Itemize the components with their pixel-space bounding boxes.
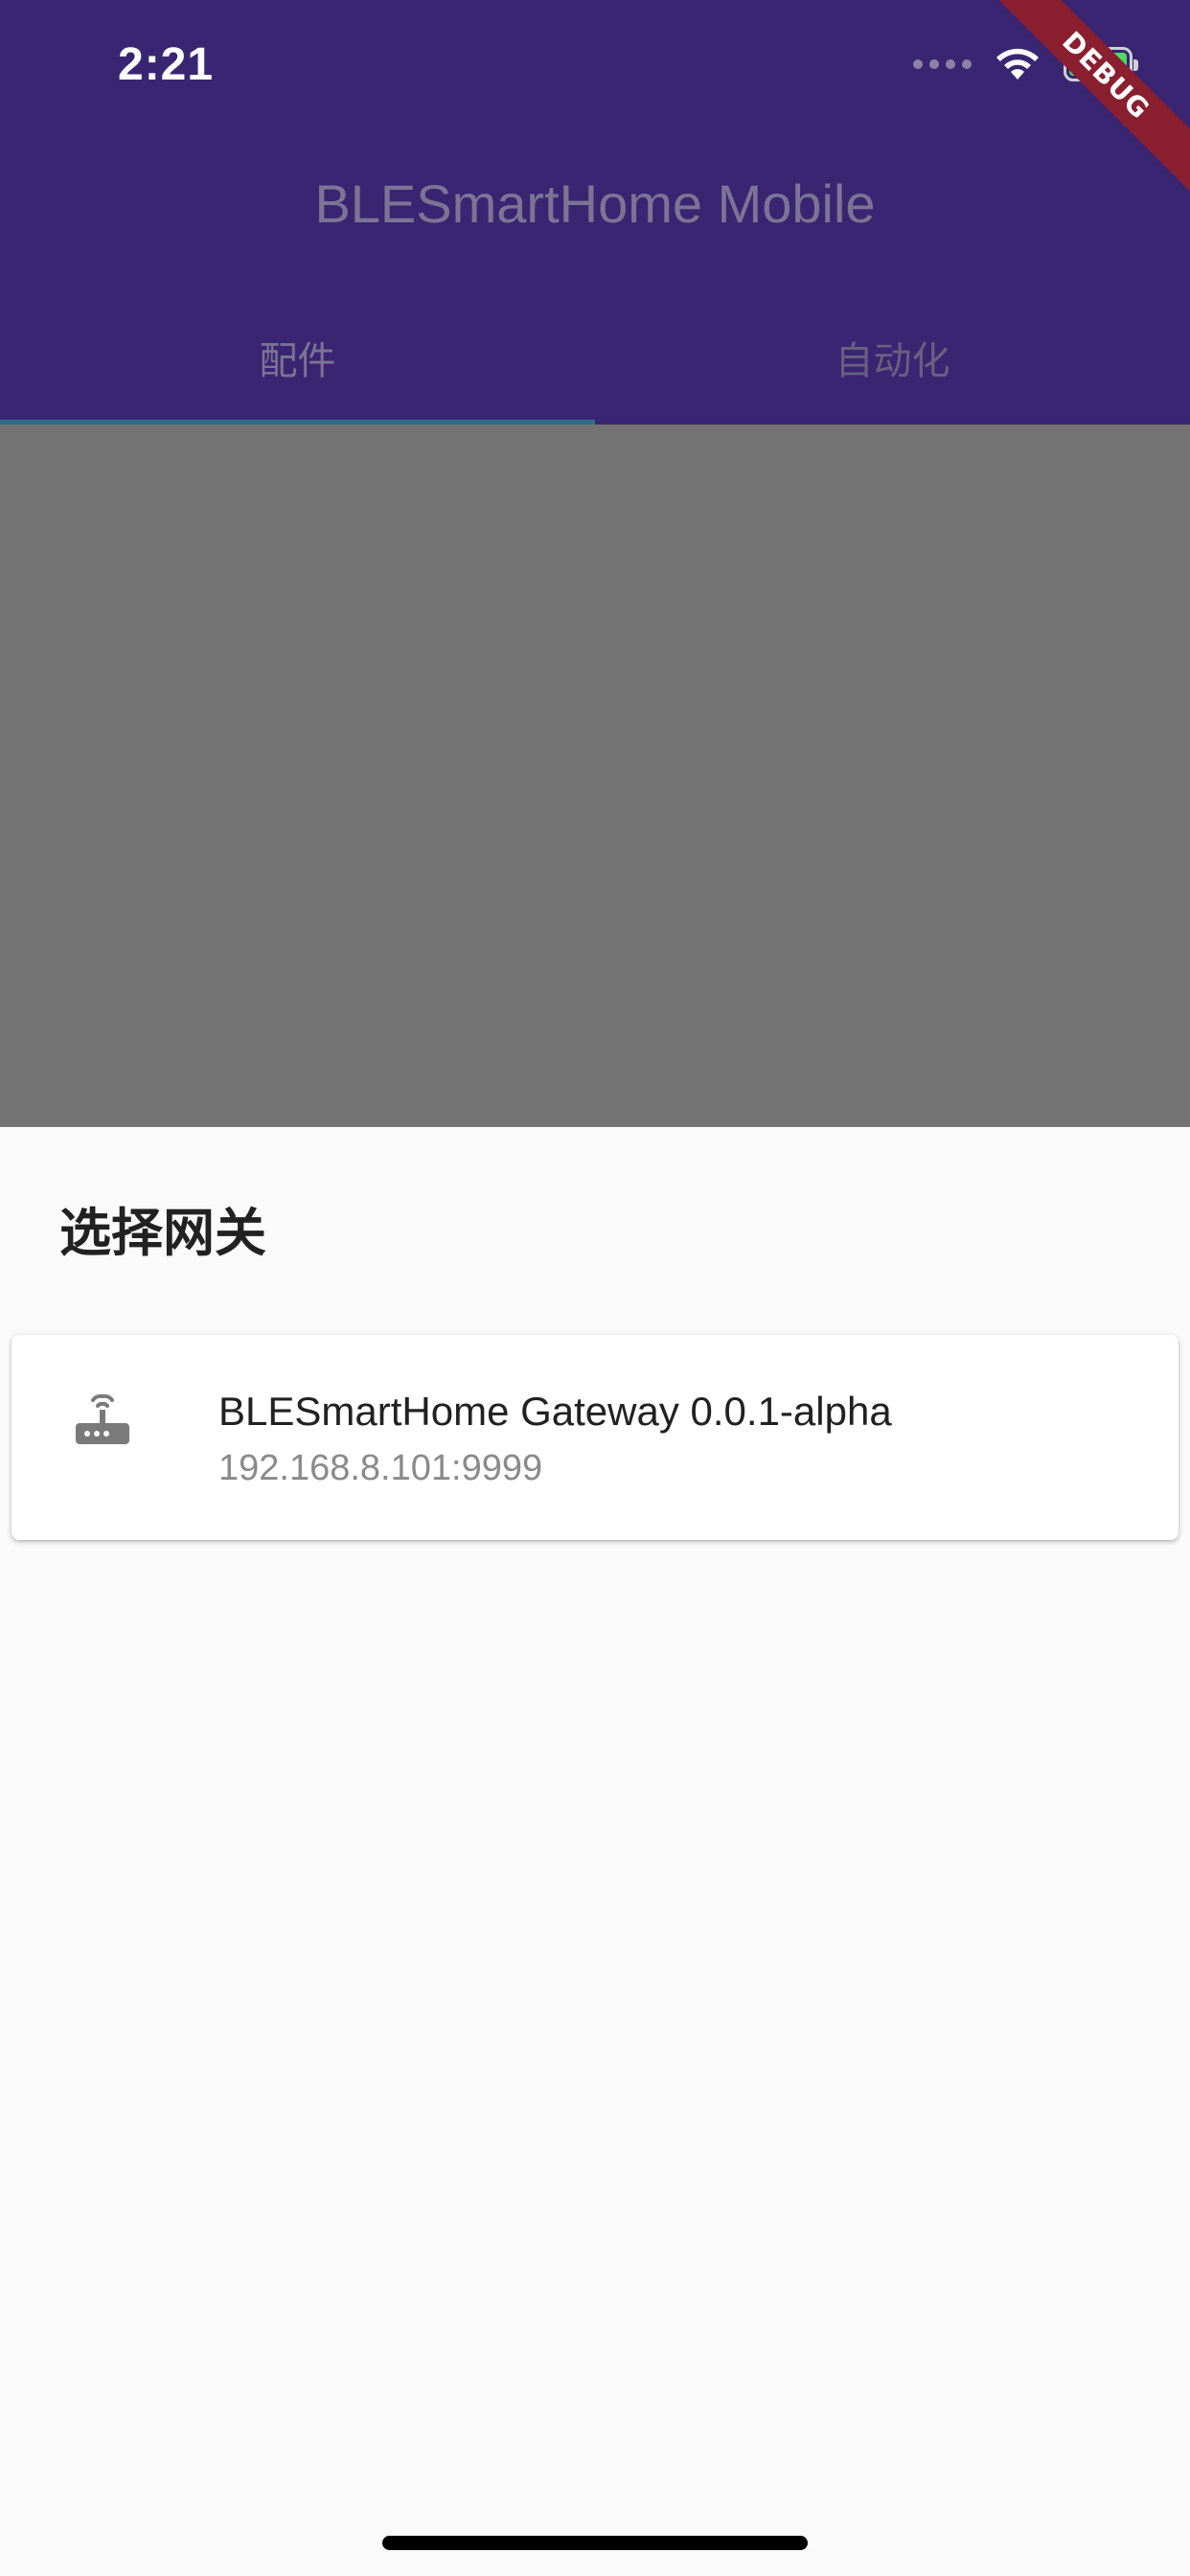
tab-automation[interactable]: 自动化 [595,316,1190,425]
app-title: BLESmartHome Mobile [314,173,876,234]
home-indicator[interactable] [382,2536,808,2550]
gateway-address: 192.168.8.101:9999 [218,1448,543,1488]
screen: 2:21 BLESmartHome Mobile 配件 自动化 DEBUG 选择… [0,0,1190,2576]
router-icon [76,1393,129,1444]
status-time: 2:21 [118,39,215,90]
wifi-icon [996,48,1039,80]
tab-accessories[interactable]: 配件 [0,316,595,425]
cellular-signal-icon [913,59,972,69]
modal-scrim[interactable] [0,425,1190,1127]
app-bar: 2:21 BLESmartHome Mobile 配件 自动化 [0,0,1190,425]
gateway-list-item[interactable]: BLESmartHome Gateway 0.0.1-alpha 192.168… [11,1335,1179,1540]
gateway-name: BLESmartHome Gateway 0.0.1-alpha [218,1389,892,1434]
gateway-bottom-sheet: 选择网关 BLESmartHome Gateway 0.0.1-alpha 19… [0,1127,1190,2576]
tab-bar: 配件 自动化 [0,316,1190,425]
sheet-title: 选择网关 [59,1203,266,1263]
